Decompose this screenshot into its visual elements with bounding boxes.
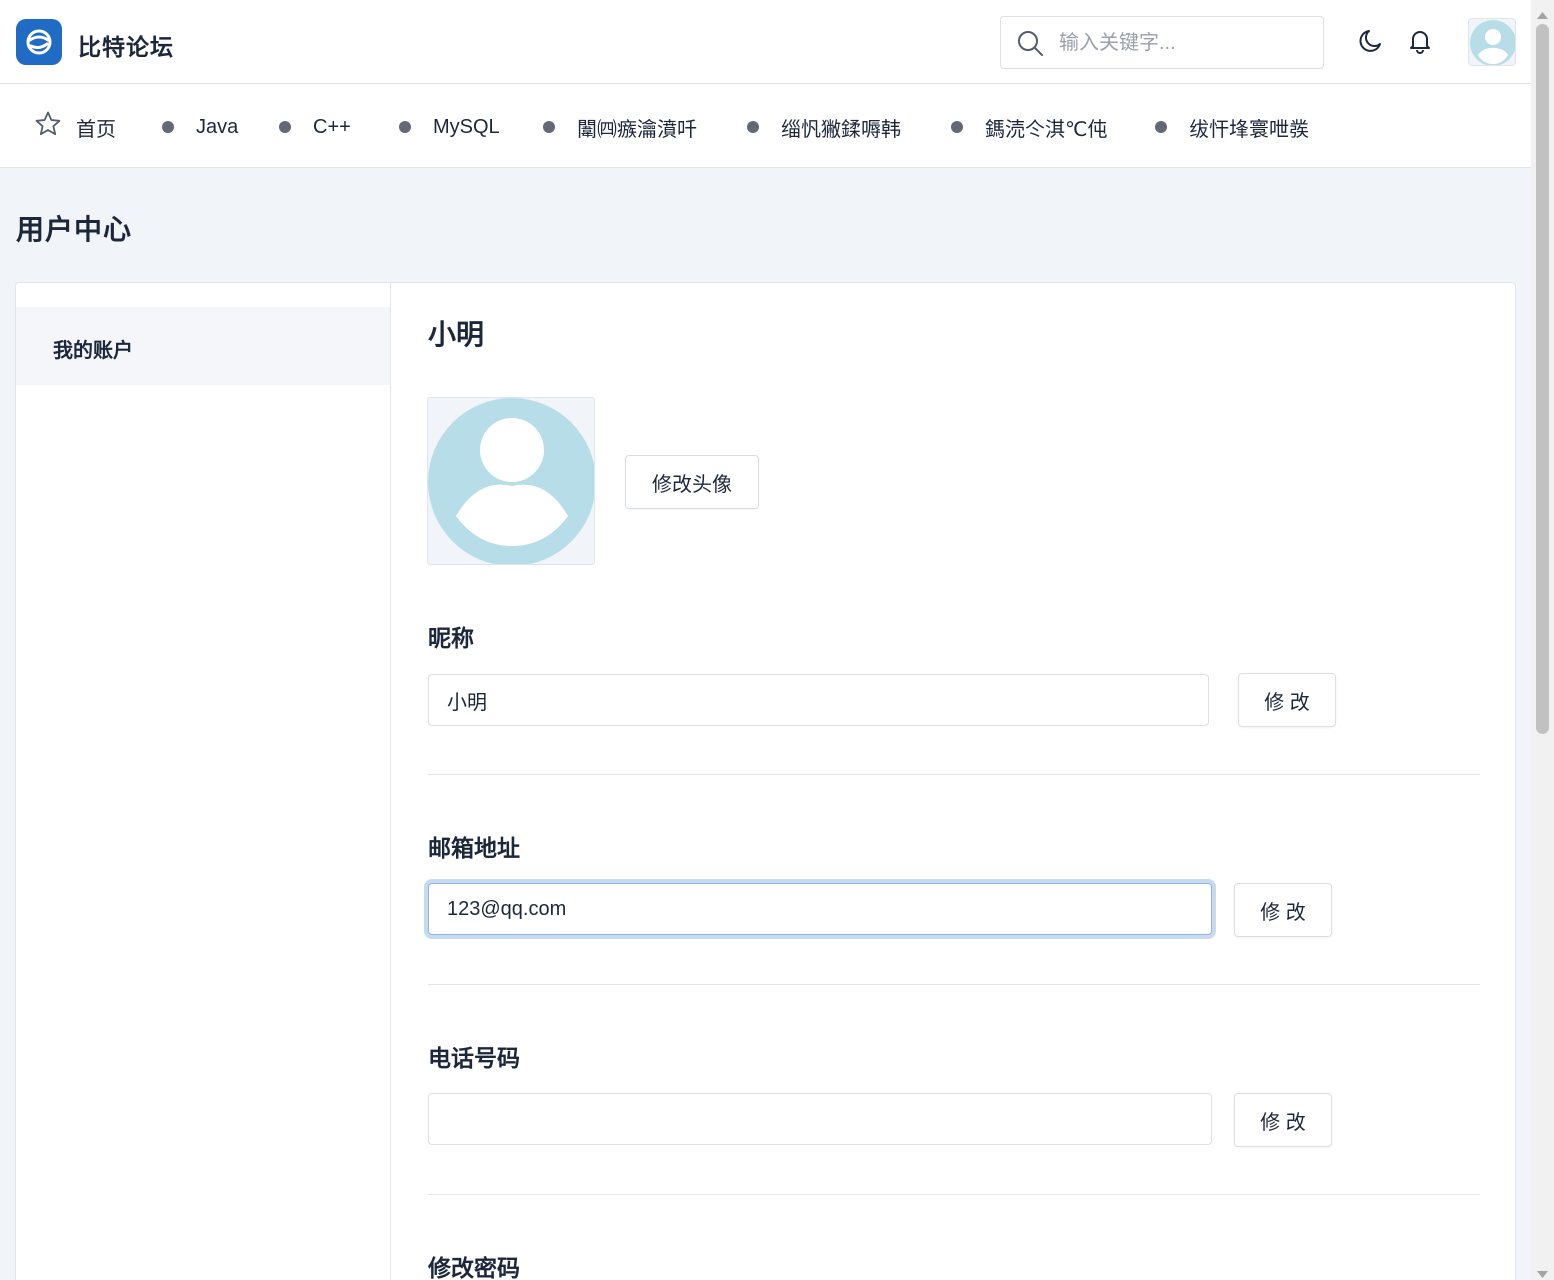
bullet-icon [951, 121, 963, 133]
brand-name[interactable]: 比特论坛 [78, 28, 174, 62]
nickname-label: 昵称 [428, 625, 474, 651]
email-save-button[interactable]: 修 改 [1234, 883, 1332, 937]
change-avatar-button[interactable]: 修改头像 [625, 455, 759, 509]
search-box[interactable] [1000, 16, 1324, 69]
nav-item-category-6[interactable]: 缁忛獙鍒嗕韩 [747, 112, 901, 142]
profile-avatar [427, 397, 595, 565]
nav-item-label: 闈㈣瘯瀹濆吀 [577, 118, 697, 141]
bullet-icon [279, 121, 291, 133]
bullet-icon [1155, 121, 1167, 133]
search-input[interactable] [1059, 27, 1309, 59]
password-label: 修改密码 [428, 1255, 520, 1280]
moon-icon[interactable] [1356, 26, 1386, 56]
scrollbar-thumb[interactable] [1536, 24, 1549, 734]
category-nav: 首页 Java C++ MySQL 闈㈣瘯瀹濆吀 缁忛獙鍒嗕韩 鎷涜仒淇℃伅 绂… [0, 84, 1531, 168]
nav-item-label: MySQL [433, 115, 500, 138]
email-label: 邮箱地址 [428, 835, 520, 861]
scroll-up-icon[interactable] [1537, 6, 1548, 24]
account-content: 小明 修改头像 昵称 修 改 邮箱地址 修 改 电话号码 修 改 修改密码 [391, 283, 1515, 1280]
divider [428, 1194, 1480, 1195]
nav-item-category-7[interactable]: 鎷涜仒淇℃伅 [951, 112, 1107, 142]
nav-item-category-5[interactable]: 闈㈣瘯瀹濆吀 [543, 112, 697, 142]
nav-item-label: 首页 [76, 118, 116, 141]
sidebar-item-my-account[interactable]: 我的账户 [16, 307, 390, 385]
search-icon [1017, 30, 1045, 63]
divider [428, 984, 1480, 985]
nav-item-cpp[interactable]: C++ [279, 112, 351, 142]
profile-name: 小明 [428, 319, 485, 350]
nav-item-home[interactable]: 首页 [34, 110, 116, 144]
nav-item-label: C++ [313, 115, 351, 138]
logo-icon[interactable] [16, 19, 62, 65]
page-scrollbar[interactable] [1531, 0, 1554, 1280]
nav-item-mysql[interactable]: MySQL [399, 112, 500, 142]
phone-label: 电话号码 [428, 1045, 520, 1071]
nav-item-category-8[interactable]: 绂忓埄寰呭彂 [1155, 112, 1309, 142]
nickname-input[interactable] [428, 674, 1209, 726]
bullet-icon [747, 121, 759, 133]
phone-input[interactable] [428, 1093, 1212, 1145]
nickname-save-button[interactable]: 修 改 [1238, 673, 1336, 727]
sidebar-item-label: 我的账户 [53, 340, 133, 362]
email-input[interactable] [428, 883, 1212, 935]
nav-item-label: Java [196, 115, 239, 138]
star-icon [34, 110, 62, 144]
nav-item-label: 绂忓埄寰呭彂 [1189, 118, 1309, 141]
user-avatar[interactable] [1468, 18, 1516, 66]
divider [428, 774, 1480, 775]
bullet-icon [162, 121, 174, 133]
user-center-card: 我的账户 小明 修改头像 昵称 修 改 邮箱地址 修 改 电话号码 修 改 [15, 282, 1516, 1280]
bullet-icon [399, 121, 411, 133]
account-sidebar: 我的账户 [16, 283, 391, 1280]
nav-item-label: 鎷涜仒淇℃伅 [985, 118, 1108, 141]
phone-save-button[interactable]: 修 改 [1234, 1093, 1332, 1147]
top-header: 比特论坛 [0, 0, 1531, 84]
page-title: 用户中心 [16, 214, 133, 245]
nav-item-java[interactable]: Java [162, 112, 238, 142]
bullet-icon [543, 121, 555, 133]
bell-icon[interactable] [1405, 26, 1435, 56]
nav-item-label: 缁忛獙鍒嗕韩 [781, 118, 901, 141]
scroll-down-icon[interactable] [1537, 1266, 1548, 1280]
